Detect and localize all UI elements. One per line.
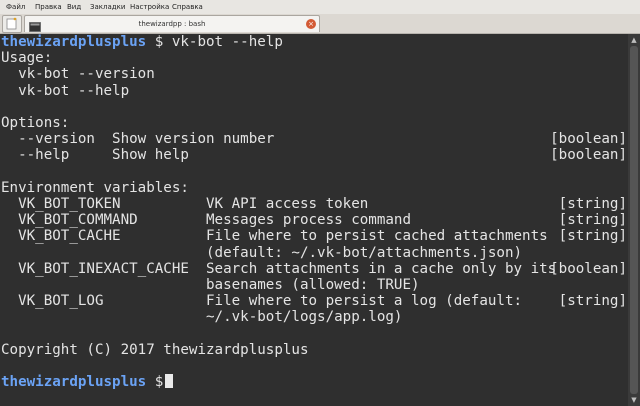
tab-title: thewizardpp : bash	[138, 20, 206, 28]
command-line: thewizardplusplus $ vk-bot --help	[1, 34, 283, 50]
output-line: VK_BOT_COMMAND Messages process command	[1, 212, 411, 229]
type-label: [boolean]	[550, 147, 627, 164]
type-label: [string]	[558, 196, 627, 212]
terminal-output[interactable]: thewizardplusplus $ vk-bot --help Usage:…	[0, 34, 628, 406]
output-line: ~/.vk-bot/logs/app.log)	[1, 309, 403, 326]
output-line: Environment variables:	[1, 179, 189, 196]
menu-bar: Файл Правка Вид Закладки Настройка Справ…	[0, 0, 640, 15]
output-line: VK_BOT_CACHE File where to persist cache…	[1, 228, 548, 245]
menu-edit[interactable]: Правка	[35, 3, 62, 11]
command-text: vk-bot --help	[163, 34, 283, 50]
output-line: VK_BOT_INEXACT_CACHE Search attachments …	[1, 260, 557, 277]
new-tab-icon	[6, 17, 17, 30]
output-line: Copyright (C) 2017 thewizardplusplus	[1, 341, 309, 358]
new-tab-button[interactable]	[2, 15, 22, 33]
output-line: --help Show help	[1, 147, 189, 164]
type-label: [string]	[558, 212, 627, 229]
menu-settings[interactable]: Настройка	[130, 3, 169, 11]
menu-file[interactable]: Файл	[6, 3, 25, 11]
close-icon[interactable]: ×	[306, 19, 316, 29]
prompt-user: thewizardplusplus	[1, 34, 147, 50]
scroll-up-icon[interactable]: ▲	[628, 35, 640, 45]
output-line: vk-bot --version	[1, 66, 155, 83]
type-label: [boolean]	[550, 131, 627, 148]
scroll-down-icon[interactable]: ▼	[628, 395, 640, 405]
output-line: --version Show version number	[1, 131, 275, 148]
output-line: vk-bot --help	[1, 82, 130, 99]
output-line: Options:	[1, 115, 70, 131]
prompt-symbol: $	[154, 374, 164, 391]
prompt-user: thewizardplusplus	[1, 374, 147, 391]
type-label: [boolean]	[550, 260, 627, 277]
text-cursor	[165, 374, 174, 389]
output-line: VK_BOT_LOG File where to persist a log (…	[1, 293, 523, 310]
output-line: Usage:	[1, 50, 53, 67]
menu-bookmarks[interactable]: Закладки	[90, 3, 125, 11]
menu-view[interactable]: Вид	[67, 3, 81, 11]
output-line: VK_BOT_TOKEN VK API access token	[1, 196, 369, 212]
tab-bar: thewizardpp : bash ×	[0, 14, 640, 34]
output-line: basenames (allowed: TRUE)	[1, 277, 420, 293]
prompt-line[interactable]: thewizardplusplus $	[1, 374, 174, 391]
type-label: [string]	[558, 228, 627, 245]
scrollbar-thumb[interactable]	[630, 46, 638, 394]
menu-help[interactable]: Справка	[172, 3, 203, 11]
type-label: [string]	[558, 293, 627, 310]
scrollbar[interactable]: ▲ ▼	[628, 34, 640, 406]
output-line: (default: ~/.vk-bot/attachments.json)	[1, 244, 523, 261]
tab-bash[interactable]: thewizardpp : bash ×	[24, 15, 320, 32]
